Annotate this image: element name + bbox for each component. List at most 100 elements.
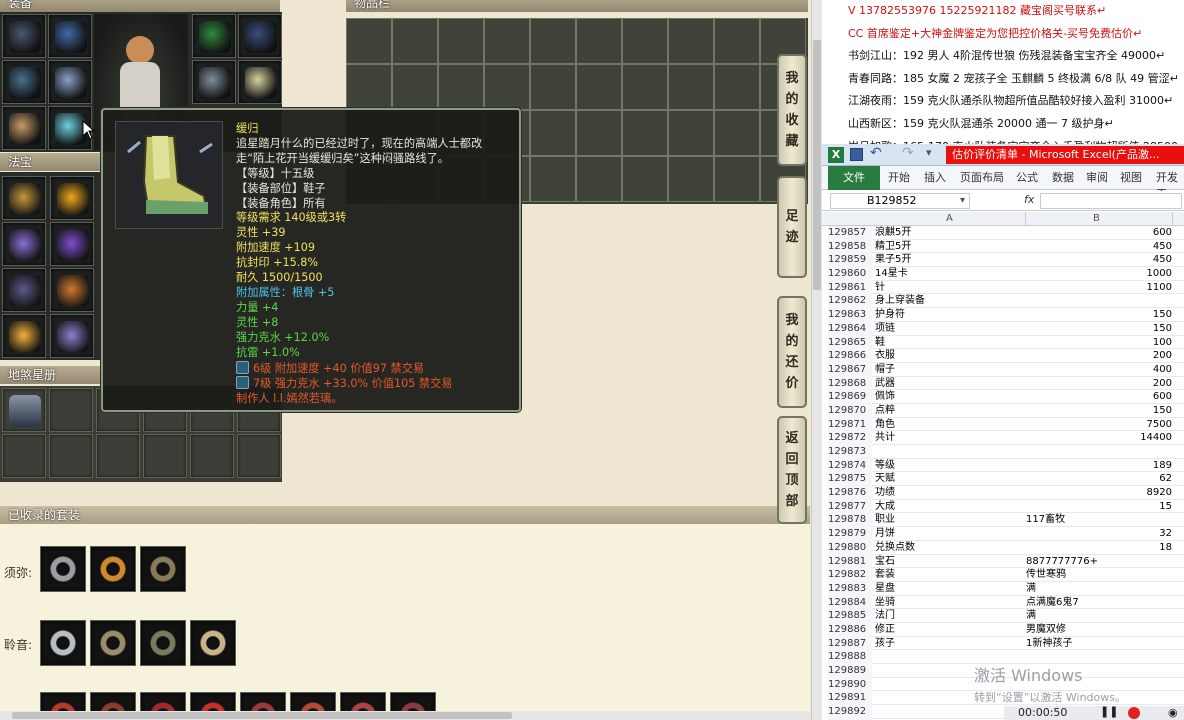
storage-cell[interactable] bbox=[484, 64, 530, 110]
cell-b[interactable]: 450 bbox=[1026, 253, 1172, 267]
ribbon-tab[interactable]: 审阅 bbox=[1086, 169, 1108, 185]
ribbon-tab[interactable]: 公式 bbox=[1016, 169, 1038, 185]
row-number[interactable]: 129860 bbox=[828, 267, 872, 281]
album-slot[interactable] bbox=[237, 434, 281, 478]
table-row[interactable]: 129861 针 1100 bbox=[828, 280, 1184, 295]
equipment-slot[interactable] bbox=[238, 14, 282, 58]
table-row[interactable]: 129858 精卫5开 450 bbox=[828, 239, 1184, 254]
treasure-slot[interactable] bbox=[2, 176, 46, 220]
storage-cell[interactable] bbox=[714, 18, 760, 64]
cell-b[interactable]: 600 bbox=[1026, 226, 1172, 240]
equipment-slot[interactable] bbox=[238, 60, 282, 104]
cell-a[interactable]: 月饼 bbox=[875, 527, 1023, 541]
set-item-slot[interactable] bbox=[140, 620, 186, 666]
cell-b[interactable]: 62 bbox=[1026, 472, 1172, 486]
equipment-slot[interactable] bbox=[2, 60, 46, 104]
row-number[interactable]: 129878 bbox=[828, 513, 872, 528]
table-row[interactable]: 129860 14星卡 1000 bbox=[828, 267, 1184, 281]
vertical-scrollbar[interactable] bbox=[811, 0, 822, 720]
treasure-slot[interactable] bbox=[2, 268, 46, 312]
cell-b[interactable]: 1100 bbox=[1026, 281, 1172, 295]
cell-a[interactable]: 佩饰 bbox=[875, 390, 1023, 404]
table-row[interactable]: 129857 浪麒5开 600 bbox=[828, 226, 1184, 240]
cell-a[interactable]: 针 bbox=[875, 281, 1023, 295]
back-to-top-button[interactable]: 返回顶部 bbox=[777, 416, 807, 524]
cell-b[interactable]: 1新神孩子 bbox=[1026, 637, 1172, 651]
row-number[interactable]: 129861 bbox=[828, 280, 872, 295]
row-number[interactable]: 129866 bbox=[828, 349, 872, 363]
treasure-slot[interactable] bbox=[50, 222, 94, 266]
storage-cell[interactable] bbox=[668, 110, 714, 156]
cell-a[interactable]: 点粹 bbox=[875, 404, 1023, 418]
cell-a[interactable]: 帽子 bbox=[875, 363, 1023, 377]
my-bargain-button[interactable]: 我的还价 bbox=[777, 296, 807, 408]
cell-b[interactable]: 150 bbox=[1026, 404, 1172, 418]
cell-a[interactable]: 果子5开 bbox=[875, 253, 1023, 267]
cell-b[interactable]: 189 bbox=[1026, 459, 1172, 473]
row-number[interactable]: 129869 bbox=[828, 390, 872, 404]
table-row[interactable]: 129875 天赋 62 bbox=[828, 472, 1184, 487]
table-row[interactable]: 129865 鞋 100 bbox=[828, 335, 1184, 350]
row-number[interactable]: 129857 bbox=[828, 226, 872, 240]
cell-a[interactable]: 法门 bbox=[875, 609, 1023, 623]
cell-a[interactable]: 浪麒5开 bbox=[875, 226, 1023, 240]
table-row[interactable]: 129863 护身符 150 bbox=[828, 308, 1184, 322]
album-slot[interactable] bbox=[96, 434, 140, 478]
cell-b[interactable]: 18 bbox=[1026, 541, 1172, 555]
table-row[interactable]: 129876 功绩 8920 bbox=[828, 486, 1184, 500]
cell-a[interactable]: 宝石 bbox=[875, 555, 1023, 569]
cell-a[interactable]: 护身符 bbox=[875, 308, 1023, 322]
cell-a[interactable]: 角色 bbox=[875, 418, 1023, 432]
row-number[interactable]: 129882 bbox=[828, 568, 872, 582]
ribbon-tab[interactable]: 页面布局 bbox=[960, 169, 1004, 185]
storage-cell[interactable] bbox=[622, 110, 668, 156]
cell-b[interactable]: 450 bbox=[1026, 240, 1172, 254]
table-row[interactable]: 129873 bbox=[828, 445, 1184, 459]
redo-icon[interactable]: ↷ bbox=[902, 145, 914, 161]
treasure-slot[interactable] bbox=[2, 222, 46, 266]
table-row[interactable]: 129869 佩饰 600 bbox=[828, 390, 1184, 404]
table-row[interactable]: 129891 bbox=[828, 691, 1184, 706]
table-row[interactable]: 129880 兑换点数 18 bbox=[828, 540, 1184, 555]
cell-b[interactable]: 100 bbox=[1026, 336, 1172, 350]
storage-cell[interactable] bbox=[714, 64, 760, 110]
row-number[interactable]: 129886 bbox=[828, 622, 872, 637]
storage-cell[interactable] bbox=[530, 64, 576, 110]
table-row[interactable]: 129887 孩子 1新神孩子 bbox=[828, 636, 1184, 651]
table-row[interactable]: 129874 等级 189 bbox=[828, 458, 1184, 473]
name-box[interactable]: B129852 ▾ bbox=[830, 193, 970, 209]
cell-b[interactable]: 点满魔6鬼7 bbox=[1026, 596, 1172, 610]
cell-a[interactable]: 功绩 bbox=[875, 486, 1023, 500]
table-row[interactable]: 129866 衣服 200 bbox=[828, 349, 1184, 363]
table-row[interactable]: 129867 帽子 400 bbox=[828, 362, 1184, 377]
row-number[interactable]: 129876 bbox=[828, 486, 872, 500]
storage-cell[interactable] bbox=[668, 64, 714, 110]
cell-b[interactable]: 200 bbox=[1026, 349, 1172, 363]
storage-cell[interactable] bbox=[576, 64, 622, 110]
set-item-slot[interactable] bbox=[90, 546, 136, 592]
row-number[interactable]: 129858 bbox=[828, 239, 872, 254]
tab-file[interactable]: 文件 bbox=[828, 166, 880, 190]
cell-b[interactable]: 满 bbox=[1026, 582, 1172, 596]
undo-icon[interactable]: ↶ bbox=[870, 145, 882, 161]
treasure-slot[interactable] bbox=[50, 268, 94, 312]
row-number[interactable]: 129859 bbox=[828, 253, 872, 268]
cell-b[interactable]: 8920 bbox=[1026, 486, 1172, 500]
cell-b[interactable]: 117畜牧 bbox=[1026, 513, 1172, 527]
cell-a[interactable]: 等级 bbox=[875, 459, 1023, 473]
storage-cell[interactable] bbox=[622, 18, 668, 64]
row-number[interactable]: 129862 bbox=[828, 294, 872, 309]
pause-icon[interactable]: ❚❚ bbox=[1100, 705, 1118, 718]
cell-b[interactable]: 200 bbox=[1026, 377, 1172, 391]
cell-b[interactable]: 满 bbox=[1026, 609, 1172, 623]
storage-cell[interactable] bbox=[438, 18, 484, 64]
table-row[interactable]: 129870 点粹 150 bbox=[828, 403, 1184, 418]
row-number[interactable]: 129870 bbox=[828, 403, 872, 418]
row-number[interactable]: 129885 bbox=[828, 609, 872, 623]
formula-input[interactable] bbox=[1040, 193, 1182, 209]
table-row[interactable]: 129868 武器 200 bbox=[828, 376, 1184, 391]
album-slot[interactable] bbox=[2, 434, 46, 478]
table-row[interactable]: 129872 共计 14400 bbox=[828, 431, 1184, 446]
album-slot[interactable] bbox=[2, 388, 46, 432]
table-row[interactable]: 129883 星盘满 bbox=[828, 581, 1184, 596]
